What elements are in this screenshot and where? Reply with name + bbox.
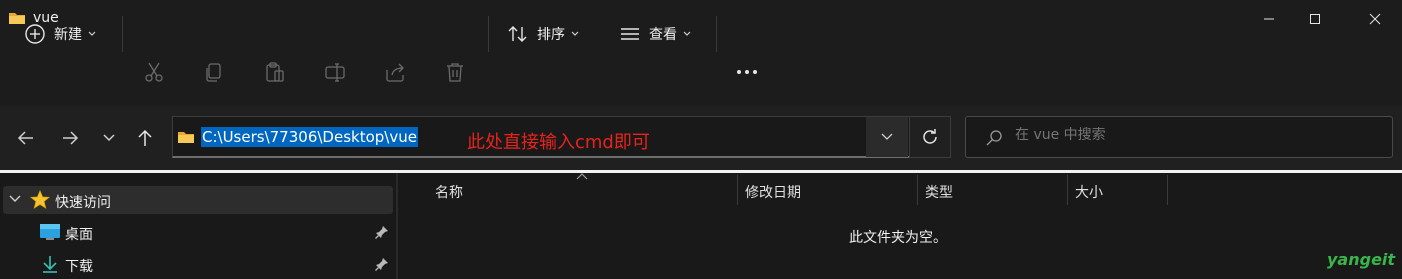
column-header-size[interactable]: 大小 <box>1075 182 1103 202</box>
back-button[interactable] <box>14 126 38 150</box>
paste-icon[interactable] <box>264 61 286 83</box>
arrow-up-icon <box>135 128 155 148</box>
arrow-left-icon <box>16 128 36 148</box>
view-list-icon <box>619 23 641 45</box>
folder-icon <box>177 129 195 145</box>
column-header-modified[interactable]: 修改日期 <box>745 182 801 202</box>
view-button[interactable]: 查看 <box>619 16 691 52</box>
search-input[interactable] <box>1015 127 1375 143</box>
column-divider[interactable] <box>737 175 738 205</box>
sort-icon <box>507 23 529 45</box>
rename-icon[interactable] <box>324 61 346 83</box>
arrow-right-icon <box>60 128 80 148</box>
maximize-button[interactable] <box>1292 0 1338 38</box>
more-icon <box>736 61 758 83</box>
toolbar-divider <box>122 16 123 52</box>
chevron-down-icon <box>571 31 579 37</box>
column-header-type[interactable]: 类型 <box>925 182 953 202</box>
new-label: 新建 <box>54 27 82 43</box>
forward-button[interactable] <box>58 126 82 150</box>
desktop-icon <box>39 223 61 241</box>
pin-icon[interactable] <box>375 257 389 271</box>
toolbar-divider <box>488 16 489 52</box>
column-divider[interactable] <box>1167 175 1168 205</box>
chevron-down-icon <box>881 133 893 141</box>
new-button[interactable]: 新建 <box>24 16 96 52</box>
empty-folder-message: 此文件夹为空。 <box>849 230 947 246</box>
annotation-text: 此处直接输入cmd即可 <box>467 132 650 153</box>
more-button[interactable] <box>736 61 758 83</box>
nav-item-label: 下载 <box>65 259 93 275</box>
cut-icon[interactable] <box>143 61 165 83</box>
toolbar-divider <box>716 16 717 52</box>
minimize-icon <box>1263 13 1275 25</box>
chevron-down-icon <box>88 31 96 37</box>
refresh-button[interactable] <box>909 116 951 158</box>
view-label: 查看 <box>649 27 677 43</box>
pin-icon[interactable] <box>375 225 389 239</box>
close-button[interactable] <box>1352 0 1398 38</box>
up-button[interactable] <box>133 126 157 150</box>
copy-icon[interactable] <box>203 61 225 83</box>
download-icon <box>40 254 60 274</box>
recent-locations-button[interactable] <box>97 126 121 150</box>
delete-icon[interactable] <box>444 61 466 83</box>
column-divider[interactable] <box>917 175 918 205</box>
watermark: yangeit <box>1327 250 1396 269</box>
minimize-button[interactable] <box>1246 0 1292 38</box>
chevron-down-icon <box>683 31 691 37</box>
column-header-name[interactable]: 名称 <box>435 182 463 202</box>
refresh-icon <box>920 127 940 147</box>
quick-access-label: 快速访问 <box>55 195 111 211</box>
close-icon <box>1369 13 1381 25</box>
search-icon <box>985 129 1003 147</box>
column-divider[interactable] <box>1067 175 1068 205</box>
sort-ascending-icon <box>576 173 588 181</box>
nav-item-label: 桌面 <box>65 227 93 243</box>
address-dropdown-button[interactable] <box>866 117 908 157</box>
star-icon <box>30 190 50 210</box>
chevron-down-icon <box>102 133 116 143</box>
sort-label: 排序 <box>537 27 565 43</box>
maximize-icon <box>1309 13 1321 25</box>
file-list <box>398 173 1402 279</box>
address-path[interactable]: C:\Users\77306\Desktop\vue <box>201 127 418 147</box>
plus-circle-icon <box>24 23 46 45</box>
share-icon[interactable] <box>384 61 406 83</box>
chevron-down-icon[interactable] <box>9 194 21 204</box>
sort-button[interactable]: 排序 <box>507 16 579 52</box>
title-bar <box>0 0 1402 38</box>
